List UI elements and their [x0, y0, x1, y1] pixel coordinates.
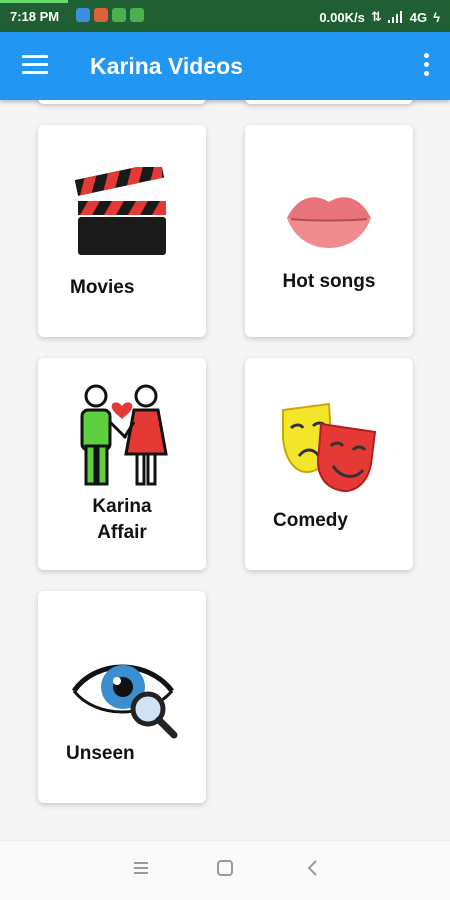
category-label: Karina Affair: [92, 496, 152, 543]
status-progress: [0, 0, 68, 3]
couple-heart-icon: [80, 384, 168, 486]
category-label: Unseen: [66, 743, 135, 764]
category-grid: Movies Hot songs Karina Affair Comedy Un…: [0, 100, 450, 840]
status-time: 7:18 PM: [10, 9, 60, 24]
category-label: Hot songs: [282, 271, 376, 292]
comedy-masks-icon: [282, 402, 377, 492]
signal-type: 4G: [409, 9, 428, 25]
app-bar: Karina Videos: [0, 32, 450, 100]
navigation-bar: [0, 840, 450, 900]
notification-icon: [130, 8, 144, 22]
eye-magnifier-icon: [71, 664, 178, 739]
category-card-comedy[interactable]: Comedy: [245, 358, 413, 570]
recent-apps-icon[interactable]: [132, 859, 150, 877]
back-icon[interactable]: [304, 859, 322, 877]
lips-icon: [287, 197, 371, 248]
hamburger-menu-icon[interactable]: [22, 55, 48, 75]
notification-icon: [94, 8, 108, 22]
status-bar: 7:18 PM 0.00K/s ⇅ 4G ϟ: [0, 0, 450, 32]
category-label: Movies: [70, 277, 135, 298]
notification-icon: [76, 8, 90, 22]
network-speed: 0.00K/s: [319, 9, 365, 25]
clapperboard-icon: [74, 167, 166, 255]
data-transfer-icon: ⇅: [370, 9, 382, 24]
notification-icon: [112, 8, 126, 22]
category-card-movies[interactable]: Movies: [38, 125, 206, 337]
category-card-unseen[interactable]: Unseen: [38, 591, 206, 803]
category-card-partial[interactable]: [245, 100, 413, 104]
app-title: Karina Videos: [90, 53, 243, 79]
category-card-karina-affair[interactable]: Karina Affair: [38, 358, 206, 570]
category-card-partial[interactable]: [38, 100, 206, 104]
category-card-hot-songs[interactable]: Hot songs: [245, 125, 413, 337]
home-icon[interactable]: [216, 859, 234, 877]
notification-icons: [76, 8, 144, 22]
battery-charging-icon: ϟ: [433, 9, 440, 25]
signal-icon: [387, 11, 402, 23]
more-vertical-icon[interactable]: [424, 53, 430, 77]
status-right: 0.00K/s ⇅ 4G ϟ: [319, 9, 440, 25]
category-label: Comedy: [273, 510, 348, 531]
